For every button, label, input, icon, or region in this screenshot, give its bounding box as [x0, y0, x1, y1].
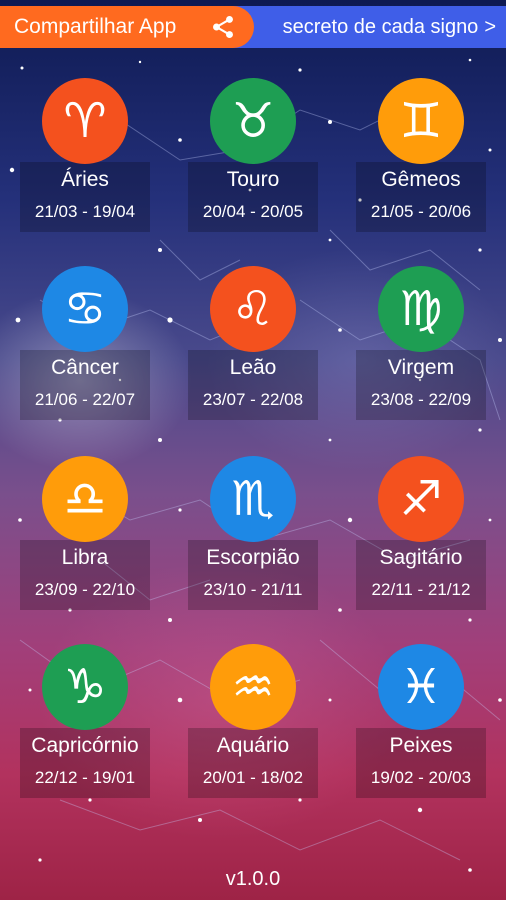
zodiac-symbol-icon[interactable]: ♈	[42, 78, 128, 164]
zodiac-sign-1[interactable]: ♉ Touro 20/04 - 20/05	[188, 78, 318, 248]
zodiac-symbol-icon[interactable]: ♌	[210, 266, 296, 352]
sign-date-range: 21/06 - 22/07	[34, 390, 136, 409]
zodiac-symbol-icon[interactable]: ♋	[42, 266, 128, 352]
sign-name: Capricórnio	[31, 734, 139, 757]
sign-name: Leão	[229, 356, 277, 379]
sign-name: Peixes	[389, 734, 453, 757]
sign-date-range: 21/05 - 20/06	[370, 202, 472, 221]
sign-name: Virgem	[387, 356, 455, 379]
zodiac-grid: ♈ Áries 21/03 - 19/04 ♉ Touro 20/04 - 20/05 ♊ G…	[0, 0, 506, 900]
sign-date-range: 19/02 - 20/03	[370, 768, 472, 787]
zodiac-symbol-icon[interactable]: ♉	[210, 78, 296, 164]
sign-date-range: 20/01 - 18/02	[202, 768, 304, 787]
zodiac-sign-10[interactable]: ♒ Aquário 20/01 - 18/02	[188, 644, 318, 814]
zodiac-sign-7[interactable]: ♏ Escorpião 23/10 - 21/11	[188, 456, 318, 626]
sign-name: Touro	[226, 168, 280, 191]
sign-name: Aquário	[216, 734, 290, 757]
zodiac-symbol-icon[interactable]: ♍	[378, 266, 464, 352]
zodiac-symbol-icon[interactable]: ♎	[42, 456, 128, 542]
sign-date-range: 20/04 - 20/05	[202, 202, 304, 221]
zodiac-sign-2[interactable]: ♊ Gêmeos 21/05 - 20/06	[356, 78, 486, 248]
zodiac-symbol-icon[interactable]: ♏	[210, 456, 296, 542]
zodiac-symbol-icon[interactable]: ♒	[210, 644, 296, 730]
zodiac-sign-8[interactable]: ♐ Sagitário 22/11 - 21/12	[356, 456, 486, 626]
sign-date-range: 23/08 - 22/09	[370, 390, 472, 409]
zodiac-symbol-icon[interactable]: ♑	[42, 644, 128, 730]
sign-date-range: 21/03 - 19/04	[34, 202, 136, 221]
sign-name: Áries	[61, 168, 109, 191]
zodiac-sign-9[interactable]: ♑ Capricórnio 22/12 - 19/01	[20, 644, 150, 814]
sign-name: Libra	[61, 546, 109, 569]
sign-date-range: 23/07 - 22/08	[202, 390, 304, 409]
zodiac-symbol-icon[interactable]: ♓	[378, 644, 464, 730]
sign-date-range: 22/12 - 19/01	[34, 768, 136, 787]
zodiac-symbol-icon[interactable]: ♊	[378, 78, 464, 164]
zodiac-sign-6[interactable]: ♎ Libra 23/09 - 22/10	[20, 456, 150, 626]
sign-date-range: 23/10 - 21/11	[203, 580, 303, 599]
zodiac-sign-5[interactable]: ♍ Virgem 23/08 - 22/09	[356, 266, 486, 436]
zodiac-symbol-icon[interactable]: ♐	[378, 456, 464, 542]
zodiac-sign-0[interactable]: ♈ Áries 21/03 - 19/04	[20, 78, 150, 248]
sign-name: Escorpião	[206, 546, 300, 569]
sign-name: Câncer	[51, 356, 119, 379]
sign-date-range: 23/09 - 22/10	[34, 580, 136, 599]
sign-name: Gêmeos	[381, 168, 461, 191]
zodiac-sign-4[interactable]: ♌ Leão 23/07 - 22/08	[188, 266, 318, 436]
app-version: v1.0.0	[225, 868, 281, 890]
sign-date-range: 22/11 - 21/12	[371, 580, 471, 599]
zodiac-sign-11[interactable]: ♓ Peixes 19/02 - 20/03	[356, 644, 486, 814]
zodiac-sign-3[interactable]: ♋ Câncer 21/06 - 22/07	[20, 266, 150, 436]
sign-name: Sagitário	[379, 546, 463, 569]
